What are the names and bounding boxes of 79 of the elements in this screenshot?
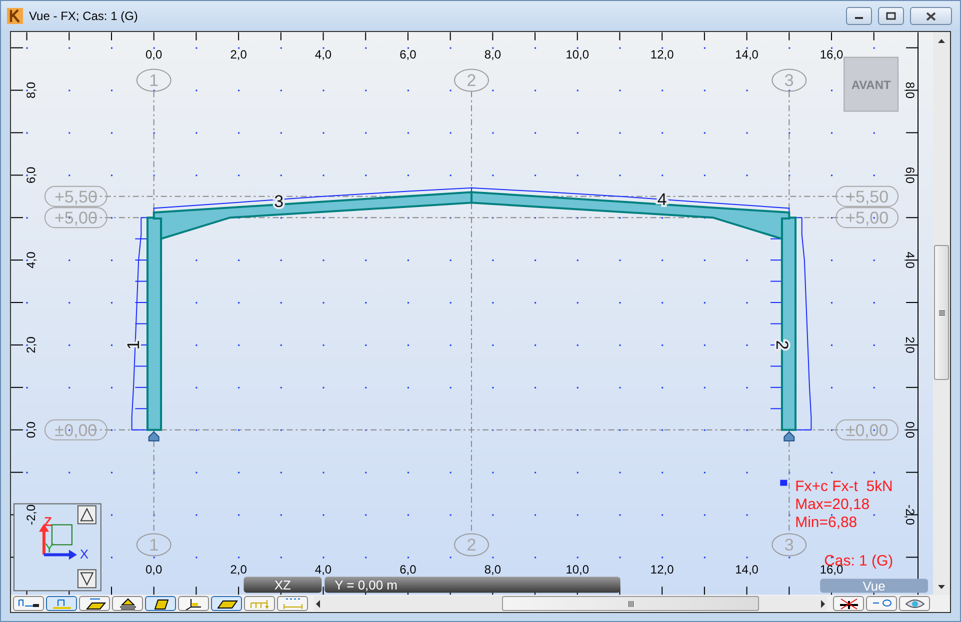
axis-tick-label: 6,0 bbox=[903, 166, 918, 184]
axis-label: Z bbox=[44, 514, 52, 529]
legend-text: Max=20,18 bbox=[795, 496, 870, 513]
toolbar-button[interactable] bbox=[145, 596, 176, 611]
axis-tick-label: 8,0 bbox=[903, 82, 918, 99]
level-label: +5,50 bbox=[44, 186, 108, 207]
legend-text: Fx+c Fx-t 5kN bbox=[795, 478, 893, 495]
level-label: ±0,00 bbox=[836, 419, 899, 440]
link-icon bbox=[870, 598, 892, 610]
view-plane-button[interactable]: XZ bbox=[244, 576, 322, 593]
axis-tick-label: 12,0 bbox=[650, 562, 674, 577]
minimize-button[interactable] bbox=[846, 7, 872, 25]
axis-tick-label: 0,0 bbox=[24, 422, 38, 438]
app-logo-icon bbox=[7, 8, 23, 24]
close-button[interactable] bbox=[910, 7, 952, 25]
toolbar-button[interactable] bbox=[178, 596, 209, 611]
node-icon bbox=[16, 598, 40, 610]
axis-tick-label: 6,0 bbox=[24, 166, 38, 184]
axis-tick-label: 4,0 bbox=[314, 562, 332, 577]
grid-axis-label: 2 bbox=[454, 68, 489, 92]
load-icon bbox=[248, 598, 272, 610]
axis-tick-label: 14,0 bbox=[735, 47, 758, 62]
close-icon bbox=[926, 12, 936, 20]
axis-tick-label: 16,0 bbox=[820, 47, 844, 62]
axis-tick-label: 8,0 bbox=[484, 47, 501, 62]
axis-tick-label: 14,0 bbox=[735, 562, 758, 577]
axis-tick-label: 10,0 bbox=[566, 562, 590, 577]
grid-axis-label: 3 bbox=[772, 68, 807, 92]
eye-icon bbox=[904, 598, 926, 610]
axis-tick-label: 12,0 bbox=[650, 47, 674, 62]
axis-tick-label: 4,0 bbox=[24, 252, 38, 268]
maximize-button[interactable] bbox=[878, 7, 904, 25]
axis-tick-label: 6,0 bbox=[400, 562, 416, 577]
toolbar-button[interactable] bbox=[13, 596, 44, 611]
grid-axis-label: 3 bbox=[772, 533, 807, 556]
scrollbar-thumb[interactable] bbox=[502, 596, 759, 611]
axis-tick-label: 2,0 bbox=[230, 562, 247, 577]
plate-icon bbox=[214, 598, 238, 610]
grid-axis-label: 2 bbox=[454, 533, 489, 556]
scroll-left-arrow[interactable] bbox=[314, 600, 322, 608]
member-number: 1 bbox=[124, 340, 144, 350]
axis-tick-label: 2,0 bbox=[230, 47, 247, 62]
axis-tick-label: -2,0 bbox=[24, 504, 38, 526]
legend-text: Min=6,88 bbox=[795, 514, 858, 531]
axis-tick-label: 6,0 bbox=[400, 47, 416, 62]
axis-tick-label: 8,0 bbox=[24, 82, 38, 99]
axis-tick-label: 10,0 bbox=[566, 47, 590, 62]
axis-tick-label: 0,0 bbox=[903, 422, 918, 438]
member-number: 2 bbox=[772, 340, 792, 350]
maximize-icon bbox=[886, 12, 896, 20]
scrollbar-thumb[interactable] bbox=[934, 245, 949, 380]
toolbar-button[interactable] bbox=[833, 596, 864, 611]
axis-tick-label: 2,0 bbox=[24, 336, 38, 354]
scroll-right-arrow[interactable] bbox=[819, 600, 827, 608]
level-label: ±0,00 bbox=[44, 419, 108, 440]
toolbar-button[interactable] bbox=[112, 596, 143, 611]
axis-label: X bbox=[80, 546, 89, 562]
axis-tick-label: 4,0 bbox=[903, 252, 918, 268]
axis-tick-label: -2,0 bbox=[903, 504, 918, 526]
toolbar-button[interactable] bbox=[899, 596, 930, 611]
hide-icon bbox=[838, 598, 860, 610]
level-label: +5,50 bbox=[836, 186, 899, 207]
toolbar-button[interactable] bbox=[79, 596, 110, 611]
axis-tick-label: 0,0 bbox=[146, 562, 162, 577]
axis-tick-label: 4,0 bbox=[314, 47, 332, 62]
axis-tick-label: 8,0 bbox=[484, 562, 501, 577]
axis-label: Y bbox=[44, 540, 54, 556]
plane-position-field[interactable]: Y = 0,00 m bbox=[324, 576, 620, 593]
level-label: +5,00 bbox=[44, 207, 108, 228]
grid-axis-label: 1 bbox=[136, 68, 172, 92]
level-label: +5,00 bbox=[836, 207, 899, 228]
axis-tick-label: 2,0 bbox=[903, 336, 918, 354]
toolbar-button[interactable] bbox=[211, 596, 242, 611]
rotate-down-button[interactable] bbox=[77, 569, 96, 588]
rotate-up-button[interactable] bbox=[77, 505, 96, 524]
window-title: Vue - FX; Cas: 1 (G) bbox=[29, 9, 139, 23]
grid-axis-label: 1 bbox=[136, 533, 172, 556]
axis-tick-label: 0,0 bbox=[146, 47, 162, 62]
dimension-icon bbox=[280, 598, 304, 610]
